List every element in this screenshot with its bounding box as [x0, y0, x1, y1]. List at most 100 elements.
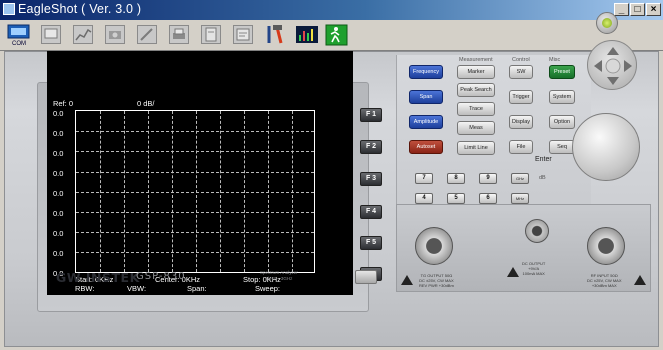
- tools-button[interactable]: [262, 23, 288, 47]
- f4-key[interactable]: F 4: [360, 205, 382, 219]
- trigger-key[interactable]: Trigger: [509, 90, 533, 104]
- num-key-4[interactable]: 4: [415, 193, 433, 204]
- screen-icon: [41, 25, 61, 44]
- toolbar: COM: [0, 20, 663, 51]
- com-label: COM: [12, 41, 26, 47]
- draw-button[interactable]: [134, 23, 160, 47]
- vbw-label: VBW:: [127, 284, 147, 293]
- y-tick: 0.0: [53, 209, 64, 218]
- warning-icon: [634, 275, 646, 285]
- save-button[interactable]: [198, 23, 224, 47]
- db-label: dB: [539, 175, 546, 181]
- mhz-key[interactable]: MHz: [511, 193, 529, 204]
- exit-icon: [325, 24, 348, 46]
- dc-output-connector[interactable]: [525, 219, 549, 243]
- meas-key[interactable]: Meas: [457, 121, 495, 135]
- y-tick: 0.0: [53, 129, 64, 138]
- span-label: Span:: [187, 284, 207, 293]
- f5-key[interactable]: F 5: [360, 236, 382, 250]
- app-icon: [3, 3, 15, 15]
- com-port-button[interactable]: COM: [6, 23, 32, 47]
- graticule: [75, 110, 315, 273]
- sweep-label: Sweep:: [255, 284, 281, 293]
- maximize-button[interactable]: □: [630, 3, 645, 16]
- model-subtitle-line2: 3kHz ~ 3GHz: [265, 276, 293, 281]
- warning-icon: [507, 267, 519, 277]
- arrow-pad[interactable]: [587, 40, 637, 90]
- com-port-icon: COM: [7, 24, 30, 47]
- camera-icon: [105, 25, 125, 44]
- y-tick: 0.0: [53, 149, 64, 158]
- group-label-misc: Misc: [549, 57, 561, 63]
- minimize-button[interactable]: _: [614, 3, 629, 16]
- trace-key[interactable]: Trace: [457, 102, 495, 116]
- num-key-9[interactable]: 9: [479, 173, 497, 184]
- trace-button[interactable]: [70, 23, 96, 47]
- y-tick: 0.0: [53, 249, 64, 258]
- window-title: EagleShot ( Ver. 3.0 ): [18, 2, 142, 16]
- y-tick: 0.0: [53, 229, 64, 238]
- capture-button[interactable]: [102, 23, 128, 47]
- analyzer-screen: Ref: 0 0 dB/ 0.0 0.0 0.0 0.0 0.0 0.0 0.0…: [47, 51, 353, 295]
- spectrum-view-button[interactable]: [294, 23, 320, 47]
- y-tick: 0.0: [53, 169, 64, 178]
- printer-icon: [169, 25, 189, 44]
- settings-button[interactable]: [230, 23, 256, 47]
- rotary-knob[interactable]: [572, 113, 640, 181]
- autoset-key[interactable]: Autoset: [409, 140, 443, 154]
- print-button[interactable]: [166, 23, 192, 47]
- num-key-5[interactable]: 5: [447, 193, 465, 204]
- rbw-label: RBW:: [75, 284, 95, 293]
- file-key[interactable]: File: [509, 140, 533, 154]
- single-sweep-button[interactable]: [38, 23, 64, 47]
- tg-output-power: REV PWR +30dBm: [419, 283, 454, 288]
- rf-input-connector[interactable]: [587, 227, 625, 265]
- ref-label: Ref: 0: [53, 99, 74, 108]
- exit-button[interactable]: [324, 23, 350, 47]
- power-button[interactable]: [596, 12, 618, 34]
- close-button[interactable]: ×: [646, 3, 661, 16]
- power-icon: [602, 18, 612, 28]
- span-key[interactable]: Span: [409, 90, 443, 104]
- marker-key[interactable]: Marker: [457, 65, 495, 79]
- tg-output-connector[interactable]: [415, 227, 453, 265]
- ghz-key[interactable]: GHz: [511, 173, 529, 184]
- arrow-keys-icon: [594, 47, 632, 85]
- system-key[interactable]: System: [549, 90, 575, 104]
- display-key[interactable]: Display: [509, 115, 533, 129]
- group-label-measurement: Measurement: [459, 57, 493, 63]
- limit-line-key[interactable]: Limit Line: [457, 141, 495, 155]
- model-name: GSP-830: [136, 271, 186, 282]
- num-key-8[interactable]: 8: [447, 173, 465, 184]
- spectrum-icon: [296, 26, 318, 43]
- preset-key[interactable]: Preset: [549, 65, 575, 79]
- sw-key[interactable]: SW: [509, 65, 533, 79]
- usb-port[interactable]: [355, 270, 377, 284]
- num-key-7[interactable]: 7: [415, 173, 433, 184]
- amplitude-key[interactable]: Amplitude: [409, 115, 443, 129]
- frequency-key[interactable]: Frequency: [409, 65, 443, 79]
- option-key[interactable]: Option: [549, 115, 575, 129]
- y-tick: 0.0: [53, 189, 64, 198]
- f2-key[interactable]: F 2: [360, 140, 382, 154]
- title-bar: EagleShot ( Ver. 3.0 ) _ □ ×: [0, 0, 663, 20]
- tools-icon: [267, 25, 283, 44]
- model-subtitle: Spectrum Analyzer 3kHz ~ 3GHz: [260, 270, 298, 282]
- brand-logo: GW INSTEK: [56, 270, 140, 285]
- connector-panel: TG OUTPUT 50Ω DC ±25V, CW MAX REV PWR +3…: [396, 204, 651, 292]
- group-label-control: Control: [512, 57, 530, 63]
- file-icon: [201, 25, 221, 44]
- warning-icon: [401, 275, 413, 285]
- settings-icon: [233, 25, 253, 44]
- f3-key[interactable]: F 3: [360, 172, 382, 186]
- dc-output-current: 100mA MAX: [522, 271, 545, 276]
- trace-icon: [73, 25, 93, 44]
- y-tick: 0.0: [53, 109, 64, 118]
- peak-search-key[interactable]: Peak Search: [457, 83, 495, 97]
- rf-input-power: +30dBm MAX: [591, 283, 617, 288]
- num-key-6[interactable]: 6: [479, 193, 497, 204]
- pen-icon: [137, 25, 157, 44]
- scale-label: 0 dB/: [137, 99, 155, 108]
- enter-label: Enter: [535, 156, 552, 163]
- f1-key[interactable]: F 1: [360, 108, 382, 122]
